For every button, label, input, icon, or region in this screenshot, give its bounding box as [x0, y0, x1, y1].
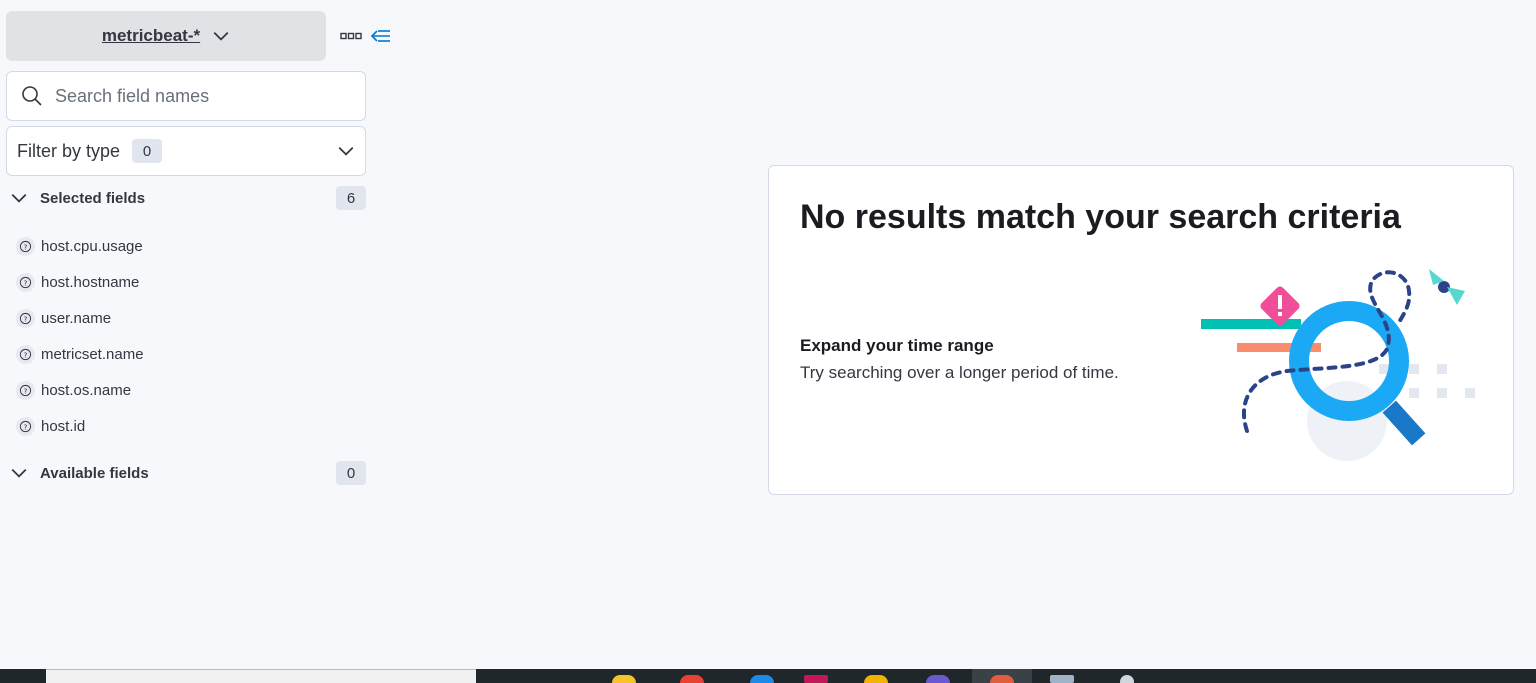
filter-by-type-label: Filter by type [17, 140, 121, 161]
taskbar-app-icon[interactable] [680, 675, 704, 683]
question-icon: ? [16, 308, 35, 328]
taskbar-app-icon[interactable] [612, 675, 636, 683]
field-name: user.name [41, 309, 112, 327]
field-search-box [6, 71, 366, 121]
magnifying-glass-illustration [1201, 269, 1475, 461]
selected-fields-list: ? host.cpu.usage ? host.hostname ? user.… [16, 228, 144, 444]
svg-text:?: ? [24, 350, 28, 359]
question-icon: ? [16, 344, 35, 364]
more-options-button[interactable] [340, 30, 362, 42]
boxes-horizontal-icon [340, 32, 362, 40]
no-results-title: No results match your search criteria [800, 198, 1401, 236]
svg-text:?: ? [24, 314, 28, 323]
field-name: host.cpu.usage [41, 237, 143, 255]
question-icon: ? [16, 236, 35, 256]
chevron-down-icon [338, 146, 354, 156]
collapse-sidebar-button[interactable] [370, 26, 392, 46]
filter-by-type-button[interactable]: Filter by type 0 [6, 126, 366, 176]
field-item[interactable]: ? host.os.name [16, 372, 144, 408]
selected-fields-title: Selected fields [40, 189, 146, 207]
suggestion-text: Try searching over a longer period of ti… [800, 363, 1119, 382]
search-icon [22, 86, 42, 106]
field-name: host.id [41, 417, 86, 435]
menu-left-icon [370, 30, 390, 42]
question-icon: ? [16, 272, 35, 292]
svg-text:?: ? [24, 242, 28, 251]
svg-text:?: ? [24, 278, 28, 287]
chevron-down-icon [213, 31, 229, 41]
taskbar-app-icon[interactable] [926, 675, 950, 683]
taskbar-app-icon[interactable] [1050, 675, 1074, 683]
available-fields-count: 0 [336, 461, 366, 485]
question-icon: ? [16, 380, 35, 400]
svg-text:?: ? [24, 422, 28, 431]
field-item[interactable]: ? user.name [16, 300, 144, 336]
taskbar-app-icon[interactable] [864, 675, 888, 683]
index-pattern-selector[interactable]: metricbeat-* [6, 11, 326, 61]
chevron-down-icon [11, 193, 27, 203]
taskbar-search[interactable] [46, 669, 476, 683]
field-item[interactable]: ? metricset.name [16, 336, 144, 372]
svg-text:?: ? [24, 386, 28, 395]
field-name: host.os.name [41, 381, 132, 399]
taskbar-app-icon[interactable] [1120, 675, 1134, 683]
field-name: host.hostname [41, 273, 140, 291]
field-item[interactable]: ? host.cpu.usage [16, 228, 144, 264]
taskbar-app-icon[interactable] [750, 675, 774, 683]
field-item[interactable]: ? host.id [16, 408, 144, 444]
selected-fields-count: 6 [336, 186, 366, 210]
available-fields-title: Available fields [40, 464, 149, 482]
question-icon: ? [16, 416, 35, 436]
taskbar-app-icon[interactable] [990, 675, 1014, 683]
field-item[interactable]: ? host.hostname [16, 264, 144, 300]
os-taskbar [0, 669, 1536, 683]
no-results-panel: No results match your search criteria Ex… [768, 165, 1514, 495]
suggestion-title: Expand your time range [800, 336, 994, 355]
field-name: metricset.name [41, 345, 144, 363]
taskbar-app-icon[interactable] [804, 675, 828, 683]
search-field-names-input[interactable] [55, 85, 365, 107]
selected-fields-toggle[interactable]: Selected fields 6 [10, 185, 366, 211]
chevron-down-icon [11, 468, 27, 478]
index-pattern-label: metricbeat-* [101, 26, 201, 45]
available-fields-toggle[interactable]: Available fields 0 [10, 460, 366, 486]
filter-count-badge: 0 [132, 139, 163, 163]
